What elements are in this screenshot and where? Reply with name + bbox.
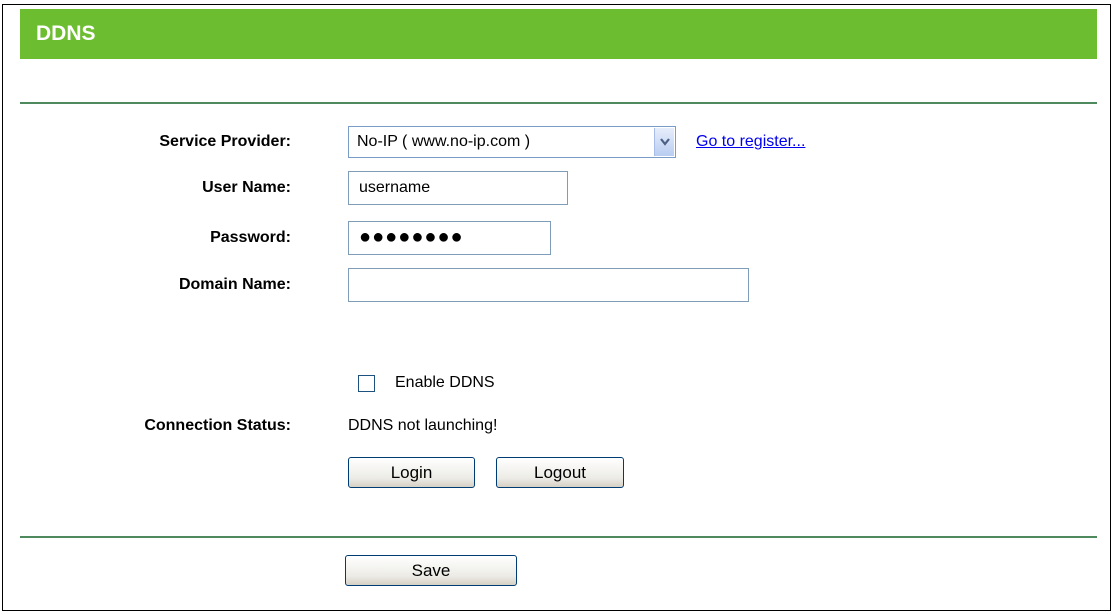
enable-ddns-checkbox[interactable] bbox=[358, 375, 375, 392]
chevron-down-icon[interactable] bbox=[654, 128, 674, 156]
service-provider-select[interactable]: No-IP ( www.no-ip.com ) bbox=[348, 126, 676, 158]
domain-name-label: Domain Name: bbox=[178, 276, 291, 293]
service-provider-label: Service Provider: bbox=[159, 133, 291, 150]
service-provider-value: No-IP ( www.no-ip.com ) bbox=[357, 133, 531, 150]
logout-button[interactable]: Logout bbox=[496, 457, 624, 488]
bottom-divider bbox=[20, 536, 1097, 538]
user-name-label: User Name: bbox=[202, 179, 291, 196]
enable-ddns-label: Enable DDNS bbox=[395, 374, 495, 391]
domain-name-input[interactable] bbox=[348, 268, 749, 302]
user-name-input[interactable]: username bbox=[348, 171, 568, 205]
password-input[interactable]: ●●●●●●●● bbox=[348, 221, 551, 255]
login-button[interactable]: Login bbox=[348, 457, 475, 488]
page-title: DDNS bbox=[20, 9, 1097, 59]
password-label: Password: bbox=[210, 229, 291, 246]
ddns-panel: DDNS Service Provider: No-IP ( www.no-ip… bbox=[2, 4, 1111, 611]
go-to-register-link[interactable]: Go to register... bbox=[696, 132, 805, 152]
connection-status-value: DDNS not launching! bbox=[348, 417, 498, 434]
save-button[interactable]: Save bbox=[345, 555, 517, 586]
connection-status-label: Connection Status: bbox=[144, 417, 291, 434]
top-divider bbox=[20, 102, 1097, 104]
